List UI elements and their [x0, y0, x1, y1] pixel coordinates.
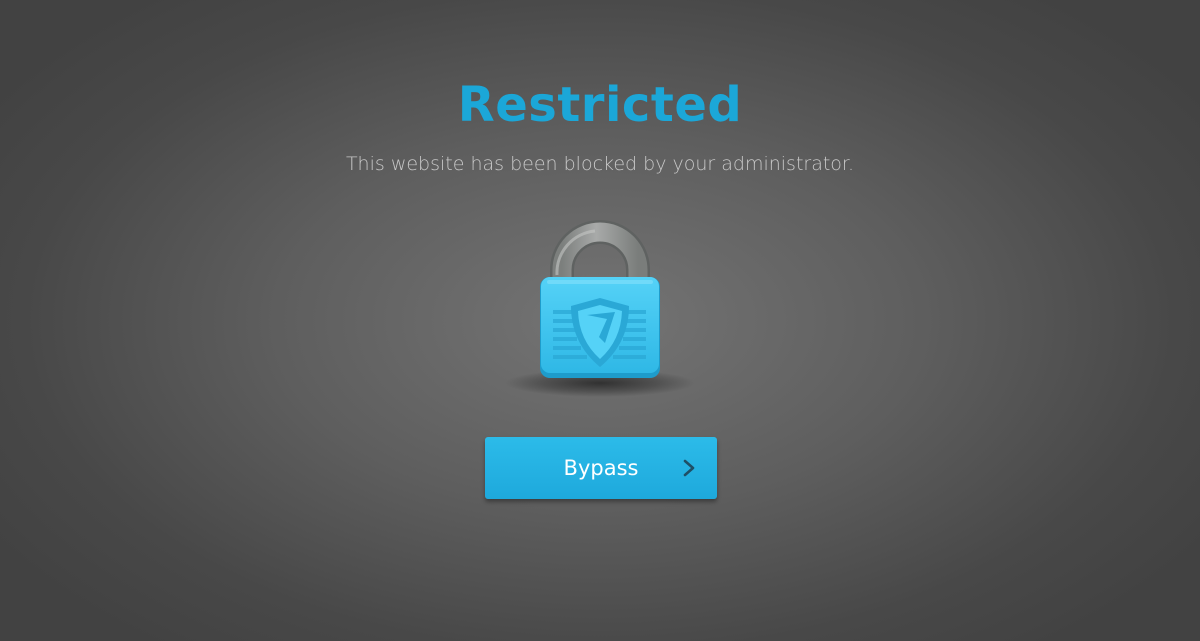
restricted-page: Restricted This website has been blocked…	[0, 0, 1200, 641]
padlock-shield-icon	[495, 215, 705, 405]
blocked-message: This website has been blocked by your ad…	[345, 153, 855, 175]
bypass-button[interactable]: Bypass	[485, 437, 717, 499]
page-title: Restricted	[457, 77, 743, 133]
chevron-right-icon	[683, 459, 695, 477]
